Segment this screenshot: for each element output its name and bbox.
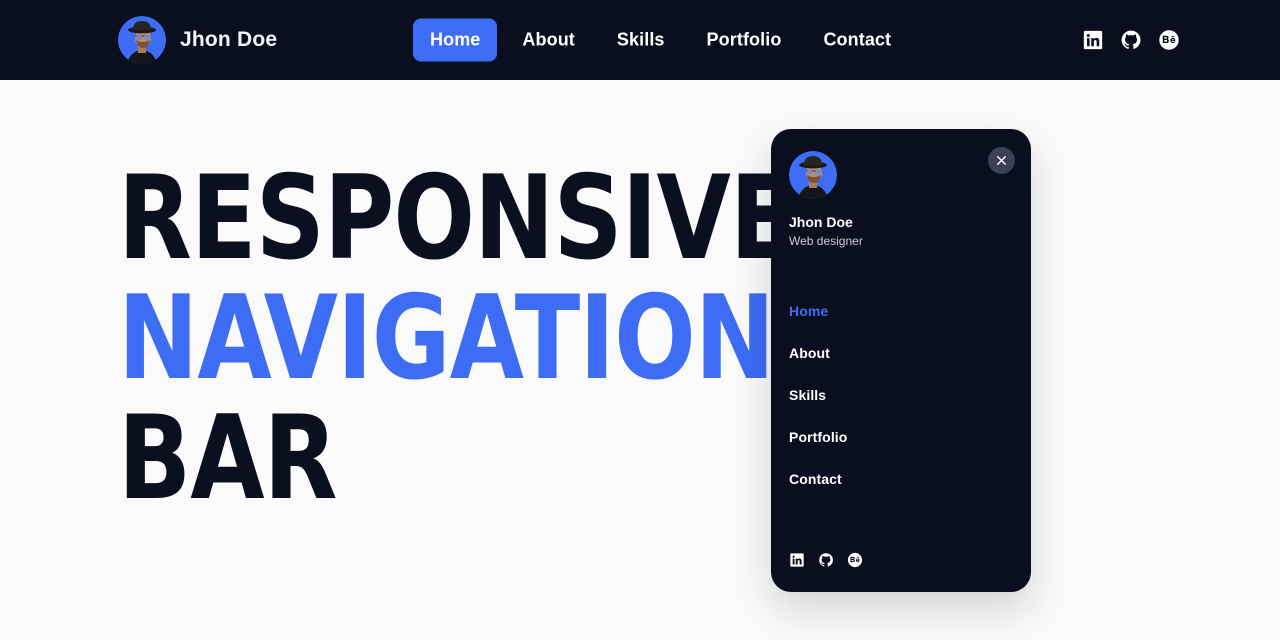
panel-nav-item-skills[interactable]: Skills xyxy=(789,382,1013,408)
panel-nav-item-home[interactable]: Home xyxy=(789,298,1013,324)
hero-line-2: NAVIGATION xyxy=(118,271,775,407)
panel-nav-item-about[interactable]: About xyxy=(789,340,1013,366)
linkedin-icon[interactable] xyxy=(789,552,805,568)
panel-social-links xyxy=(789,552,1013,572)
brand-name: Jhon Doe xyxy=(180,28,278,51)
nav-item-about[interactable]: About xyxy=(505,19,591,62)
nav-item-home[interactable]: Home xyxy=(413,18,498,62)
brand[interactable]: Jhon Doe xyxy=(118,16,277,64)
github-icon[interactable] xyxy=(818,552,834,568)
panel-nav-item-portfolio[interactable]: Portfolio xyxy=(789,424,1013,450)
linkedin-icon[interactable] xyxy=(1082,29,1104,51)
hero-heading: RESPONSIVE NAVIGATION BAR xyxy=(118,151,853,528)
site-header: Jhon Doe Home About Skills Portfolio Con… xyxy=(0,0,1280,80)
mobile-nav-panel: Jhon Doe Web designer Home About Skills … xyxy=(771,129,1031,592)
behance-icon[interactable] xyxy=(1158,29,1180,51)
primary-nav: Home About Skills Portfolio Contact xyxy=(413,18,908,62)
panel-avatar xyxy=(789,151,837,199)
hero-line-1: RESPONSIVE xyxy=(118,151,795,286)
nav-item-contact[interactable]: Contact xyxy=(806,19,908,62)
panel-nav: Home About Skills Portfolio Contact xyxy=(789,298,1013,492)
close-icon[interactable] xyxy=(988,147,1015,174)
avatar xyxy=(118,16,166,64)
panel-nav-item-contact[interactable]: Contact xyxy=(789,466,1013,492)
panel-profile-name: Jhon Doe xyxy=(789,214,853,230)
nav-item-skills[interactable]: Skills xyxy=(600,19,682,62)
github-icon[interactable] xyxy=(1120,29,1142,51)
behance-icon[interactable] xyxy=(847,552,863,568)
header-social-links xyxy=(1082,29,1180,51)
panel-profile-role: Web designer xyxy=(789,234,863,249)
hero-line-3: BAR xyxy=(118,391,338,527)
nav-item-portfolio[interactable]: Portfolio xyxy=(690,19,799,62)
